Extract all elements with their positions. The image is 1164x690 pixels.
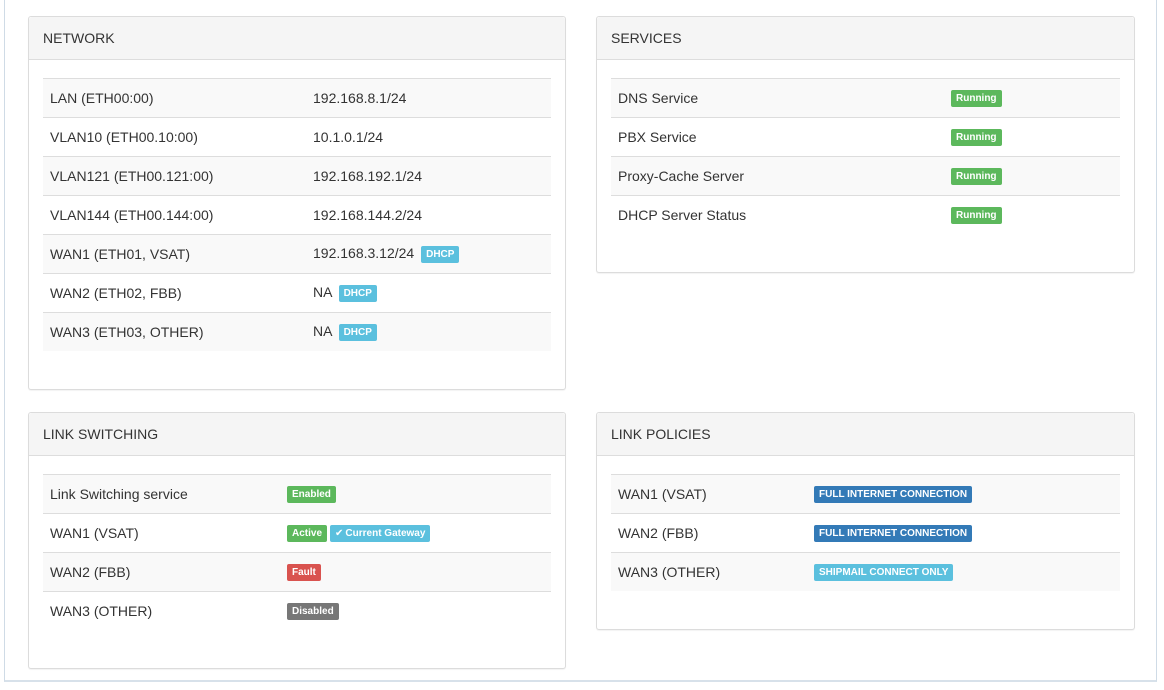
table-row: VLAN144 (ETH00.144:00) 192.168.144.2/24 bbox=[43, 195, 551, 235]
table-row: Link Switching service Enabled bbox=[43, 474, 551, 514]
address-value: 192.168.192.1/24 bbox=[313, 168, 422, 184]
link-policies-table: WAN1 (VSAT) FULL INTERNET CONNECTION WAN… bbox=[611, 474, 1120, 591]
table-row: Proxy-Cache Server Running bbox=[611, 156, 1120, 196]
status-badge: Disabled bbox=[287, 602, 339, 620]
address-value: 192.168.8.1/24 bbox=[313, 90, 407, 106]
table-row: WAN3 (OTHER) SHIPMAIL CONNECT ONLY bbox=[611, 552, 1120, 591]
status-badge: Running bbox=[951, 89, 1002, 107]
interface-name: VLAN121 (ETH00.121:00) bbox=[43, 156, 306, 196]
check-icon: ✔ bbox=[335, 527, 344, 539]
table-row: PBX Service Running bbox=[611, 117, 1120, 157]
link-policies-panel: LINK POLICIES WAN1 (VSAT) FULL INTERNET … bbox=[596, 412, 1135, 630]
link-status-cell: Disabled bbox=[280, 591, 551, 630]
interface-name: VLAN10 (ETH00.10:00) bbox=[43, 117, 306, 157]
link-switching-panel: LINK SWITCHING Link Switching service En… bbox=[28, 412, 566, 669]
policy-cell: FULL INTERNET CONNECTION bbox=[807, 513, 1120, 553]
policy-link-name: WAN3 (OTHER) bbox=[611, 552, 807, 591]
interface-address: 192.168.3.12/24 DHCP bbox=[306, 234, 551, 274]
table-row: LAN (ETH00:00) 192.168.8.1/24 bbox=[43, 78, 551, 118]
interface-address: NA DHCP bbox=[306, 312, 551, 351]
services-panel-title: SERVICES bbox=[597, 17, 1134, 60]
dhcp-badge: DHCP bbox=[421, 245, 460, 263]
services-table: DNS Service Running PBX Service Running … bbox=[611, 78, 1120, 234]
policy-badge: FULL INTERNET CONNECTION bbox=[814, 485, 973, 503]
interface-name: WAN1 (ETH01, VSAT) bbox=[43, 234, 306, 274]
network-panel: NETWORK LAN (ETH00:00) 192.168.8.1/24 VL… bbox=[28, 16, 566, 390]
link-name: WAN2 (FBB) bbox=[43, 552, 280, 592]
interface-address: 192.168.8.1/24 bbox=[306, 78, 551, 118]
link-switching-table: Link Switching service Enabled WAN1 (VSA… bbox=[43, 474, 551, 630]
policy-badge: SHIPMAIL CONNECT ONLY bbox=[814, 563, 954, 581]
dhcp-badge: DHCP bbox=[338, 284, 377, 302]
policy-link-name: WAN1 (VSAT) bbox=[611, 474, 807, 514]
service-name: Proxy-Cache Server bbox=[611, 156, 944, 196]
service-status-cell: Running bbox=[944, 78, 1120, 118]
service-status-cell: Running bbox=[944, 195, 1120, 234]
link-name: WAN3 (OTHER) bbox=[43, 591, 280, 630]
interface-address: 10.1.0.1/24 bbox=[306, 117, 551, 157]
link-policies-panel-title: LINK POLICIES bbox=[597, 413, 1134, 456]
table-row: WAN3 (OTHER) Disabled bbox=[43, 591, 551, 630]
table-row: DNS Service Running bbox=[611, 78, 1120, 118]
interface-name: VLAN144 (ETH00.144:00) bbox=[43, 195, 306, 235]
link-switching-panel-title: LINK SWITCHING bbox=[29, 413, 565, 456]
interface-name: WAN2 (ETH02, FBB) bbox=[43, 273, 306, 313]
policy-cell: SHIPMAIL CONNECT ONLY bbox=[807, 552, 1120, 591]
link-status-cell: Fault bbox=[280, 552, 551, 592]
address-value: NA bbox=[313, 284, 332, 301]
address-value: 10.1.0.1/24 bbox=[313, 129, 384, 145]
interface-name: LAN (ETH00:00) bbox=[43, 78, 306, 118]
table-row: WAN2 (FBB) FULL INTERNET CONNECTION bbox=[611, 513, 1120, 553]
status-badge: Running bbox=[951, 128, 1002, 146]
policy-badge: FULL INTERNET CONNECTION bbox=[814, 524, 973, 542]
status-badge: Running bbox=[951, 206, 1002, 224]
network-table: LAN (ETH00:00) 192.168.8.1/24 VLAN10 (ET… bbox=[43, 78, 551, 351]
address-value: 192.168.144.2/24 bbox=[313, 207, 422, 223]
service-status-cell: Running bbox=[944, 156, 1120, 196]
status-badge: Fault bbox=[287, 563, 321, 581]
network-panel-title: NETWORK bbox=[29, 17, 565, 60]
interface-address: NA DHCP bbox=[306, 273, 551, 313]
interface-address: 192.168.144.2/24 bbox=[306, 195, 551, 235]
link-name: WAN1 (VSAT) bbox=[43, 513, 280, 553]
table-row: WAN2 (FBB) Fault bbox=[43, 552, 551, 592]
table-row: WAN2 (ETH02, FBB) NA DHCP bbox=[43, 273, 551, 313]
current-gateway-badge: ✔ Current Gateway bbox=[330, 524, 431, 542]
service-name: DNS Service bbox=[611, 78, 944, 118]
table-row: WAN1 (VSAT) Active ✔ Current Gateway bbox=[43, 513, 551, 553]
link-name: Link Switching service bbox=[43, 474, 280, 514]
policy-link-name: WAN2 (FBB) bbox=[611, 513, 807, 553]
service-name: DHCP Server Status bbox=[611, 195, 944, 234]
table-row: VLAN121 (ETH00.121:00) 192.168.192.1/24 bbox=[43, 156, 551, 196]
status-badge: Running bbox=[951, 167, 1002, 185]
link-status-cell: Enabled bbox=[280, 474, 551, 514]
current-gateway-label: Current Gateway bbox=[345, 527, 426, 539]
table-row: VLAN10 (ETH00.10:00) 10.1.0.1/24 bbox=[43, 117, 551, 157]
table-row: DHCP Server Status Running bbox=[611, 195, 1120, 234]
interface-name: WAN3 (ETH03, OTHER) bbox=[43, 312, 306, 351]
address-value: 192.168.3.12/24 bbox=[313, 245, 415, 262]
dhcp-badge: DHCP bbox=[338, 323, 377, 341]
address-value: NA bbox=[313, 323, 332, 340]
status-badge: Enabled bbox=[287, 485, 336, 503]
status-badge: Active bbox=[287, 524, 328, 542]
table-row: WAN1 (VSAT) FULL INTERNET CONNECTION bbox=[611, 474, 1120, 514]
service-status-cell: Running bbox=[944, 117, 1120, 157]
service-name: PBX Service bbox=[611, 117, 944, 157]
interface-address: 192.168.192.1/24 bbox=[306, 156, 551, 196]
table-row: WAN1 (ETH01, VSAT) 192.168.3.12/24 DHCP bbox=[43, 234, 551, 274]
services-panel: SERVICES DNS Service Running PBX Service… bbox=[596, 16, 1135, 273]
link-status-cell: Active ✔ Current Gateway bbox=[280, 513, 551, 553]
policy-cell: FULL INTERNET CONNECTION bbox=[807, 474, 1120, 514]
table-row: WAN3 (ETH03, OTHER) NA DHCP bbox=[43, 312, 551, 351]
